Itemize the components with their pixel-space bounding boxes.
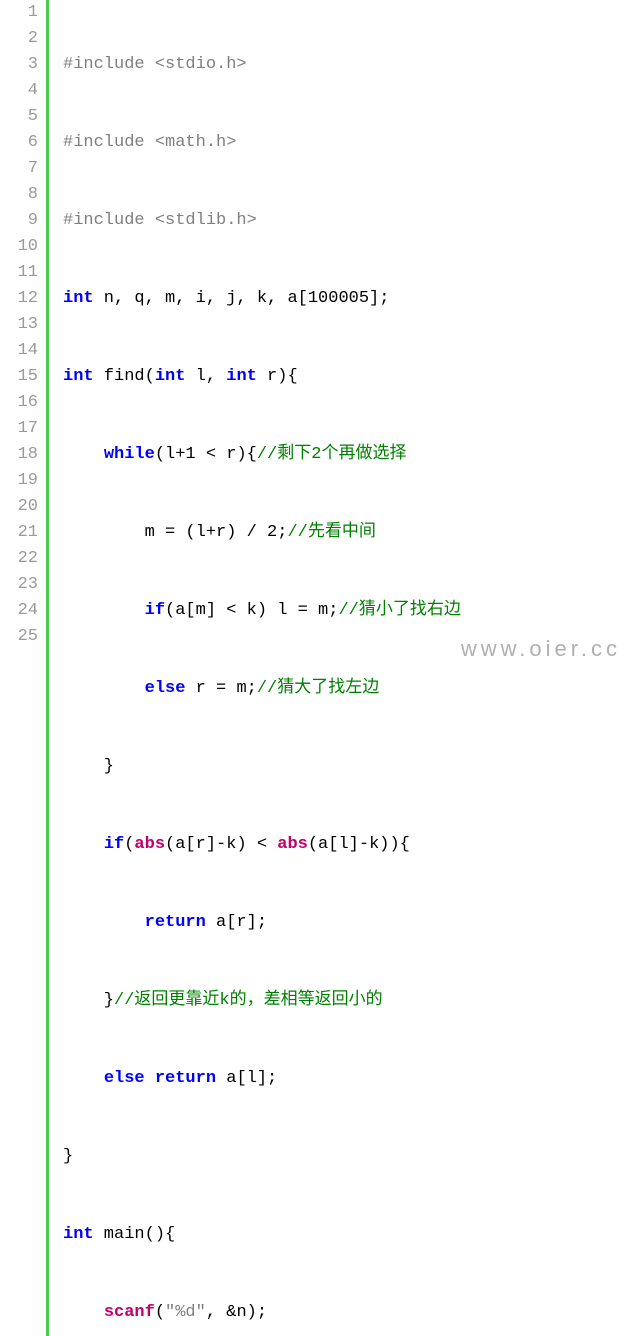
line-number: 18 (0, 442, 38, 468)
line-number: 12 (0, 286, 38, 312)
watermark-text: www.oier.cc (461, 636, 621, 662)
line-number: 21 (0, 520, 38, 546)
line-number: 20 (0, 494, 38, 520)
line-number: 3 (0, 52, 38, 78)
code-line: } (63, 1144, 502, 1170)
line-number: 17 (0, 416, 38, 442)
code-line: if(a[m] < k) l = m;//猜小了找右边 (63, 598, 502, 624)
code-area: #include <stdio.h> #include <math.h> #in… (49, 0, 502, 1336)
line-number: 15 (0, 364, 38, 390)
code-line: #include <stdio.h> (63, 52, 502, 78)
code-line: int find(int l, int r){ (63, 364, 502, 390)
code-line: m = (l+r) / 2;//先看中间 (63, 520, 502, 546)
code-line: }//返回更靠近k的，差相等返回小的 (63, 988, 502, 1014)
code-container: 1 2 3 4 5 6 7 8 9 10 11 12 13 14 15 16 1… (0, 0, 633, 1336)
code-line: return a[r]; (63, 910, 502, 936)
line-number: 13 (0, 312, 38, 338)
code-line: #include <math.h> (63, 130, 502, 156)
line-number: 8 (0, 182, 38, 208)
code-line: int n, q, m, i, j, k, a[100005]; (63, 286, 502, 312)
line-number: 25 (0, 624, 38, 650)
code-line: else return a[l]; (63, 1066, 502, 1092)
line-number: 1 (0, 0, 38, 26)
line-number: 7 (0, 156, 38, 182)
code-line: while(l+1 < r){//剩下2个再做选择 (63, 442, 502, 468)
line-number: 24 (0, 598, 38, 624)
code-line: int main(){ (63, 1222, 502, 1248)
code-line: #include <stdlib.h> (63, 208, 502, 234)
line-number: 16 (0, 390, 38, 416)
line-number: 9 (0, 208, 38, 234)
line-number: 19 (0, 468, 38, 494)
line-number: 4 (0, 78, 38, 104)
line-number: 6 (0, 130, 38, 156)
code-line: else r = m;//猜大了找左边 (63, 676, 502, 702)
line-number: 5 (0, 104, 38, 130)
line-number: 23 (0, 572, 38, 598)
line-number: 11 (0, 260, 38, 286)
line-number: 22 (0, 546, 38, 572)
line-number: 14 (0, 338, 38, 364)
code-line: scanf("%d", &n); (63, 1300, 502, 1326)
line-number-gutter: 1 2 3 4 5 6 7 8 9 10 11 12 13 14 15 16 1… (0, 0, 46, 1336)
code-line: } (63, 754, 502, 780)
code-line: if(abs(a[r]-k) < abs(a[l]-k)){ (63, 832, 502, 858)
line-number: 2 (0, 26, 38, 52)
line-number: 10 (0, 234, 38, 260)
